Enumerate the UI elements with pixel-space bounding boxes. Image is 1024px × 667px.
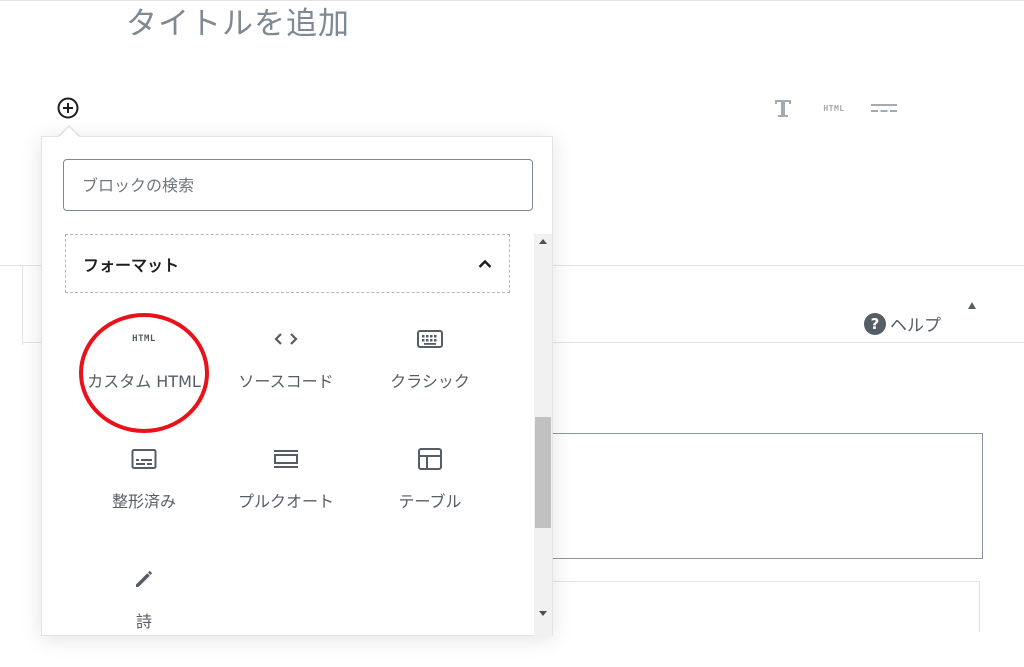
chevron-up-icon xyxy=(478,259,492,268)
block-table[interactable]: テーブル xyxy=(360,447,500,547)
keyboard-icon xyxy=(417,330,443,348)
post-title-input[interactable]: タイトルを追加 xyxy=(126,0,350,43)
plus-circle-icon xyxy=(57,97,79,119)
scroll-down-arrow-icon[interactable] xyxy=(539,611,547,616)
block-label: 整形済み xyxy=(111,492,176,511)
quick-insert-heading[interactable] xyxy=(772,97,794,119)
popover-arrow-inner xyxy=(59,127,79,137)
block-inserter-popover: フォーマット HTML カスタム HTML ソースコード クラシック xyxy=(41,136,553,637)
block-label: 詩 xyxy=(135,612,152,631)
category-panel-toggle[interactable]: フォーマット xyxy=(65,234,510,293)
html-icon: HTML xyxy=(823,103,845,113)
heading-t-icon xyxy=(775,100,791,117)
pullquote-icon xyxy=(274,450,298,468)
help-link[interactable]: ? ヘルプ xyxy=(864,311,941,336)
add-block-button[interactable] xyxy=(56,96,80,120)
block-classic[interactable]: クラシック xyxy=(360,327,500,427)
scrollbar-thumb[interactable] xyxy=(535,417,551,528)
block-source-code[interactable]: ソースコード xyxy=(216,327,356,427)
block-label: テーブル xyxy=(398,492,462,511)
block-verse[interactable]: 詩 xyxy=(74,567,214,667)
pencil-icon xyxy=(136,571,152,587)
category-title: フォーマット xyxy=(83,255,180,275)
block-custom-html[interactable]: HTML カスタム HTML xyxy=(74,327,214,427)
block-label: クラシック xyxy=(390,372,470,391)
block-label: カスタム HTML xyxy=(87,372,201,391)
background-textarea[interactable] xyxy=(552,433,983,559)
quick-insert-html[interactable]: HTML xyxy=(818,97,850,119)
panel-collapse-icon[interactable] xyxy=(968,302,976,309)
block-label: ソースコード xyxy=(238,372,334,391)
quick-insert-more[interactable] xyxy=(870,97,898,119)
help-icon: ? xyxy=(864,312,886,335)
html-icon: HTML xyxy=(132,334,156,344)
block-label: プルクオート xyxy=(237,492,334,511)
block-preformatted[interactable]: 整形済み xyxy=(74,447,214,547)
scrollbar[interactable] xyxy=(534,234,552,637)
block-pullquote[interactable]: プルクオート xyxy=(216,447,356,547)
more-divider-icon xyxy=(871,104,897,112)
scroll-up-arrow-icon[interactable] xyxy=(539,239,547,244)
table-icon xyxy=(418,448,442,470)
background-box xyxy=(552,581,980,632)
help-label: ヘルプ xyxy=(890,316,941,336)
panel-border-left xyxy=(22,265,23,345)
code-icon xyxy=(274,333,298,345)
preformatted-icon xyxy=(131,449,157,469)
block-search-input[interactable] xyxy=(63,159,533,211)
